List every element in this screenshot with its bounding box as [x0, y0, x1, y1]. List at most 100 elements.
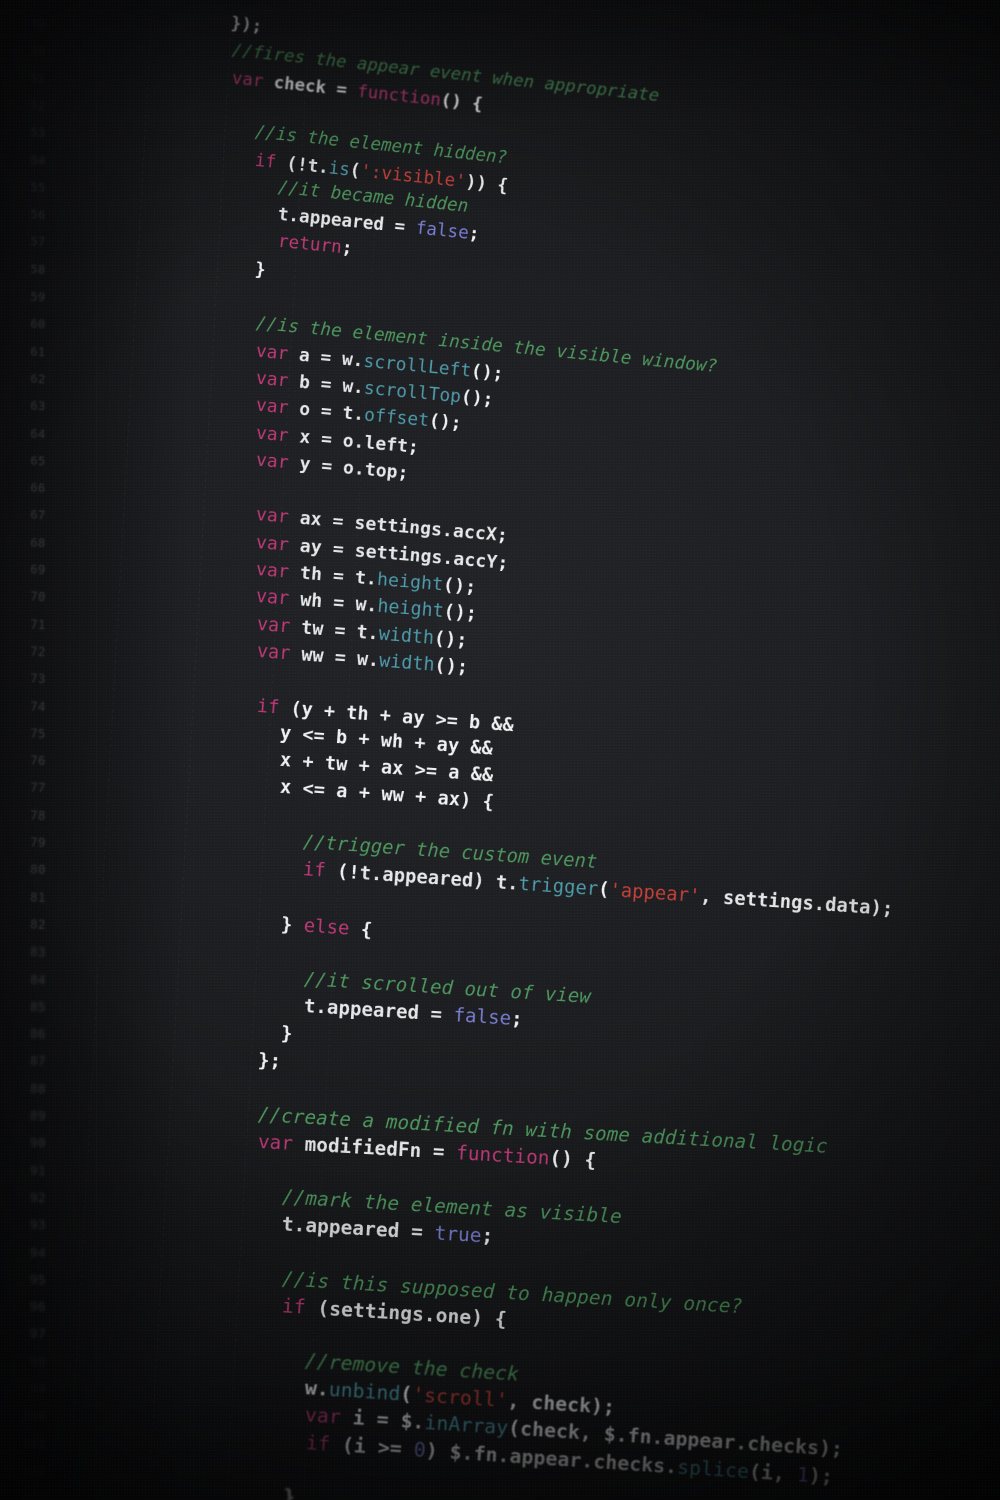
code-token: height [376, 568, 445, 595]
code-token: () { [549, 1147, 598, 1173]
code-token: scrollTop [362, 377, 462, 407]
code-line[interactable]: } [280, 1022, 294, 1045]
code-token: o = t. [287, 397, 365, 426]
code-token: ; [480, 1224, 494, 1248]
code-token: (); [433, 654, 469, 679]
code-token: var [255, 503, 290, 528]
code-token: th = t. [288, 561, 379, 590]
code-token: check = [261, 71, 359, 101]
code-token: )) { [464, 171, 509, 196]
code-token: ); [807, 1464, 834, 1489]
code-token: var [255, 640, 291, 665]
code-area[interactable]: });//fires the appear event when appropr… [0, 0, 1000, 1500]
code-token: if [281, 1294, 307, 1319]
code-token: t.appeared) t. [359, 862, 520, 895]
code-line[interactable]: t.appeared = true; [281, 1212, 494, 1248]
code-token: var [254, 367, 290, 392]
code-token: }); [230, 13, 264, 37]
code-token: ; [341, 237, 354, 259]
code-token: b = w. [287, 370, 365, 399]
code-token: ; [496, 551, 510, 574]
code-editor-screenshot: 49 50 51 52 53 54 55 56 57 58 59 60 61 62 63 64 65 66 67 68… [0, 0, 1000, 1500]
code-token: ; [396, 461, 410, 484]
code-token: false [452, 1003, 512, 1030]
code-token: trigger [518, 873, 600, 901]
code-token: scrollLeft [362, 350, 472, 381]
code-token: true [433, 1222, 482, 1248]
code-token: , check [507, 1389, 593, 1418]
code-token: if [253, 149, 278, 172]
code-token: (); [427, 410, 463, 435]
code-token: } [279, 913, 305, 937]
code-token: i = $. [340, 1406, 426, 1435]
code-token: y = o.top [287, 452, 399, 483]
code-line[interactable]: if (!t.appeared) t.trigger('appear', set… [302, 858, 895, 921]
code-token: } [281, 1485, 296, 1500]
code-token: var [257, 1131, 295, 1156]
code-token: (i, [747, 1460, 798, 1487]
code-token: ); [590, 1394, 616, 1420]
code-token: return [277, 231, 344, 258]
code-line[interactable]: } [281, 1485, 296, 1500]
code-token: tw = t. [288, 615, 380, 644]
code-token: x = o.left [287, 425, 409, 457]
code-token: ww = w. [289, 642, 380, 672]
code-token: t.appeared = [303, 994, 455, 1026]
code-token: var [255, 449, 290, 474]
code-token: } [280, 1022, 294, 1045]
code-token: } [254, 258, 267, 280]
code-token: var [254, 394, 290, 419]
code-token: if [256, 694, 280, 718]
code-token: (); [459, 386, 495, 410]
code-line[interactable]: } else { [279, 913, 373, 941]
code-token: () { [439, 89, 484, 115]
code-token: wh = w. [288, 588, 379, 617]
code-line[interactable]: } [254, 258, 267, 280]
code-line[interactable]: }); [230, 13, 264, 37]
code-token: w. [304, 1376, 330, 1401]
code-token: ; [510, 1007, 524, 1031]
code-line[interactable]: }; [257, 1049, 282, 1073]
code-token: (i >= [328, 1432, 415, 1462]
code-token: height [377, 595, 445, 623]
code-token: var [255, 585, 291, 610]
code-token: else [302, 914, 350, 940]
code-token: false [414, 217, 470, 244]
code-token: offset [363, 404, 430, 432]
code-token: unbind [328, 1378, 402, 1406]
code-token: width [377, 622, 435, 649]
code-line[interactable]: var y = o.top; [255, 449, 410, 484]
code-token: (); [443, 600, 479, 625]
code-token: t. [306, 154, 330, 178]
code-token: t.appeared = [281, 1212, 435, 1245]
code-token: is [327, 157, 351, 180]
code-token: }; [257, 1049, 282, 1073]
code-token: if [304, 1431, 331, 1456]
code-token: var [304, 1403, 343, 1429]
code-token: (); [432, 627, 468, 651]
code-token: , settings.data [700, 885, 872, 919]
code-token: (); [442, 573, 478, 598]
code-token: ; [467, 222, 481, 245]
code-token: modifiedFn = [292, 1133, 458, 1165]
code-token: ); [870, 896, 895, 921]
code-token: var [255, 531, 291, 555]
code-token: function [455, 1142, 551, 1170]
code-token: ); [818, 1437, 845, 1462]
code-token: 1 [795, 1463, 810, 1487]
code-token: var [230, 67, 265, 91]
code-token: splice [676, 1455, 750, 1483]
code-token: inArray [424, 1411, 510, 1440]
code-line[interactable]: return; [277, 231, 354, 259]
code-token: (! [274, 151, 309, 175]
code-token: { [348, 917, 373, 941]
code-token: var [255, 422, 290, 446]
code-token: var [255, 613, 291, 637]
code-token: var [255, 558, 291, 583]
code-token: var [254, 340, 289, 364]
code-token: if [302, 858, 327, 882]
code-token: (); [469, 360, 504, 384]
code-token: 'scroll' [411, 1383, 509, 1413]
code-token: ; [496, 524, 509, 547]
code-token: ) [424, 1438, 450, 1464]
